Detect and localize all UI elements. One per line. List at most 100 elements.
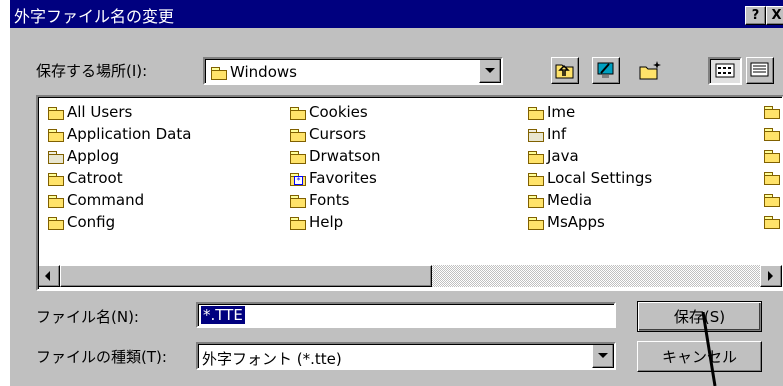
file-name: Cookies [309,103,368,121]
window-title: 外字ファイル名の変更 [14,7,175,26]
file-list-item[interactable]: Help [290,211,343,233]
folder-icon [528,150,544,164]
desktop-button[interactable] [592,57,620,84]
up-folder-icon [555,64,574,79]
file-list-item[interactable]: All Users [48,101,132,123]
file-name: Ime [547,103,576,121]
folder-icon [528,106,544,120]
file-list-item[interactable]: Java [528,145,579,167]
file-name: Local Settings [547,169,653,187]
file-name: Cursors [309,125,367,143]
arrow-left-icon [45,271,50,281]
chevron-down-icon [598,353,608,358]
filename-input[interactable]: *.TTE [196,302,616,328]
file-list[interactable]: All Users Application Data Applog Catroot Co… [36,95,783,291]
file-name: Config [67,213,116,231]
location-value-wrap: Windows [211,63,297,81]
filetype-label: ファイルの種類(T): [36,348,167,366]
filetype-value: 外字フォント (*.tte) [202,350,342,368]
folder-icon [528,128,544,142]
folder-icon [48,106,64,120]
folder-icon [290,106,306,120]
up-folder-button[interactable] [551,57,579,84]
folder-icon [290,150,306,164]
folder-icon [764,106,780,119]
location-value: Windows [230,63,297,81]
location-combobox[interactable]: Windows [203,57,503,85]
new-folder-icon [639,61,661,80]
title-bar: 外字ファイル名の変更 ? X [10,0,783,28]
file-name: Help [309,213,344,231]
file-name: Application Data [67,125,192,143]
file-list-item[interactable]: Command [48,189,144,211]
file-list-item[interactable]: Applog [48,145,119,167]
folder-icon [48,128,64,142]
folder-icon [290,128,306,142]
file-list-item[interactable]: Cursors [290,123,366,145]
file-list-item[interactable]: * Favorites [290,167,377,189]
folder-icon [48,172,64,186]
chevron-down-icon [485,68,495,73]
new-folder-button[interactable] [636,57,664,84]
folder-icon [764,194,780,207]
details-view-button[interactable] [746,57,774,84]
annotation-pointer-line [701,312,717,386]
folder-icon [290,216,306,230]
folder-icon [764,172,780,185]
file-name: Media [547,191,593,209]
arrow-right-icon [768,271,773,281]
file-name: All Users [67,103,133,121]
folder-icon [528,194,544,208]
folder-icon [764,128,780,141]
folder-icon [48,194,64,208]
file-name: Command [67,191,145,209]
desktop-icon [597,62,614,78]
file-name: Drwatson [309,147,381,165]
location-label: 保存する場所(I): [36,62,148,80]
file-list-item[interactable]: Application Data [48,123,191,145]
help-button[interactable]: ? [745,6,766,25]
file-name: Favorites [309,169,377,187]
location-dropdown-button[interactable] [479,59,501,83]
list-view-icon [715,63,735,78]
scroll-right-button[interactable] [760,265,782,287]
file-name: Java [547,147,579,165]
file-list-item[interactable]: Fonts [290,189,349,211]
folder-icon [528,172,544,186]
file-list-item[interactable]: Drwatson [290,145,381,167]
file-list-item[interactable]: Ime [528,101,575,123]
file-list-item[interactable]: Inf [528,123,566,145]
file-name: Applog [67,147,120,165]
file-list-item[interactable]: MsApps [528,211,605,233]
file-list-item[interactable]: Media [528,189,592,211]
filename-label: ファイル名(N): [36,308,139,326]
folder-icon [211,66,227,80]
details-view-icon [750,62,769,77]
scroll-thumb[interactable] [60,265,432,287]
file-column-4-partial [764,97,782,257]
star-icon: * [294,175,303,185]
file-list-item[interactable]: Cookies [290,101,368,123]
file-name: Inf [547,125,567,143]
folder-icon [528,216,544,230]
file-list-item[interactable]: Local Settings [528,167,652,189]
file-list-item[interactable]: Config [48,211,115,233]
filename-value: *.TTE [201,306,245,324]
favorites-folder-icon: * [290,172,306,186]
scroll-track[interactable] [432,265,760,287]
file-list-item[interactable]: Catroot [48,167,123,189]
filetype-dropdown-button[interactable] [592,344,614,368]
file-name: Catroot [67,169,123,187]
list-view-button[interactable] [708,57,742,85]
folder-icon [764,150,780,163]
folder-icon [290,194,306,208]
filetype-combobox[interactable]: 外字フォント (*.tte) [196,342,616,370]
scroll-left-button[interactable] [38,265,60,287]
folder-icon [48,216,64,230]
folder-icon [764,216,780,229]
rename-dialog: 外字ファイル名の変更 ? X 保存する場所(I): Windows All Us… [10,0,783,386]
file-name: Fonts [309,191,350,209]
file-name: MsApps [547,213,605,231]
close-button[interactable]: X [766,6,783,25]
horizontal-scrollbar[interactable] [38,265,782,287]
